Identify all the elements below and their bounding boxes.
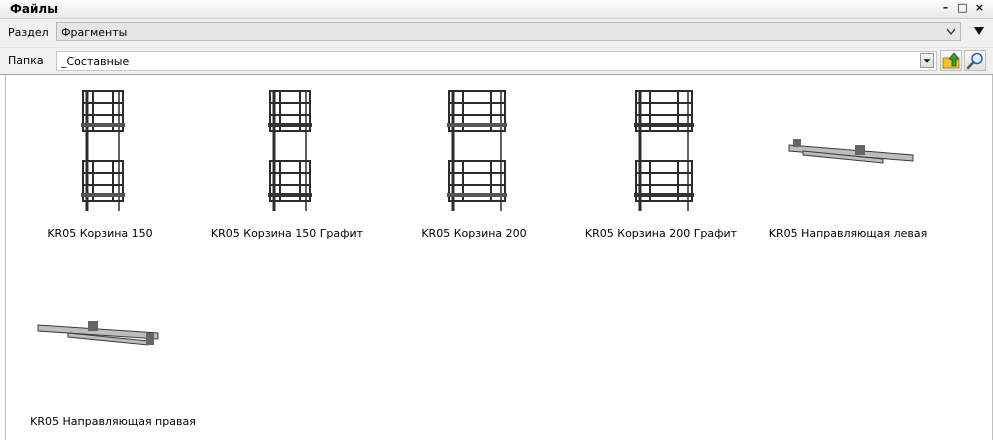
file-item-label: KR05 Корзина 150 Графит bbox=[210, 227, 364, 240]
file-item-label: KR05 Корзина 200 Графит bbox=[584, 227, 738, 240]
up-folder-button[interactable] bbox=[940, 50, 962, 71]
rail-thumbnail-icon bbox=[788, 139, 914, 164]
section-select[interactable]: Фрагменты bbox=[56, 22, 961, 41]
folder-select[interactable]: _Составные bbox=[56, 51, 937, 71]
folder-label: Папка bbox=[8, 54, 44, 67]
file-grid: KR05 Корзина 150 KR05 Корзина 150 Графит bbox=[5, 75, 993, 440]
window-controls: – □ × bbox=[940, 1, 985, 15]
search-button[interactable] bbox=[964, 50, 986, 71]
up-folder-icon bbox=[942, 52, 960, 69]
minimize-button[interactable]: – bbox=[940, 1, 951, 15]
dropdown-arrow-icon[interactable] bbox=[920, 53, 934, 68]
panel-titlebar: Файлы – □ × bbox=[0, 0, 993, 19]
basket-thumbnail-icon bbox=[634, 90, 694, 211]
section-select-value: Фрагменты bbox=[61, 26, 128, 39]
chevron-down-icon bbox=[946, 28, 956, 36]
file-item-label: KR05 Направляющая правая bbox=[30, 415, 196, 428]
section-label: Раздел bbox=[8, 26, 49, 39]
file-item-label: KR05 Корзина 200 bbox=[421, 227, 527, 240]
panel-menu-icon[interactable] bbox=[973, 26, 985, 36]
close-button[interactable]: × bbox=[974, 1, 985, 15]
folder-row: Папка _Составные bbox=[0, 48, 993, 75]
rail-thumbnail-icon bbox=[37, 321, 159, 346]
section-row: Раздел Фрагменты bbox=[0, 19, 993, 48]
panel-title: Файлы bbox=[10, 2, 59, 16]
file-item-label: KR05 Направляющая левая bbox=[768, 227, 928, 240]
basket-thumbnail-icon bbox=[81, 90, 125, 211]
basket-thumbnail-icon bbox=[447, 90, 507, 211]
restore-button[interactable]: □ bbox=[957, 1, 968, 15]
folder-select-value: _Составные bbox=[61, 55, 130, 68]
file-item-label: KR05 Корзина 150 bbox=[47, 227, 153, 240]
basket-thumbnail-icon bbox=[268, 90, 312, 211]
magnifier-icon bbox=[966, 52, 983, 70]
